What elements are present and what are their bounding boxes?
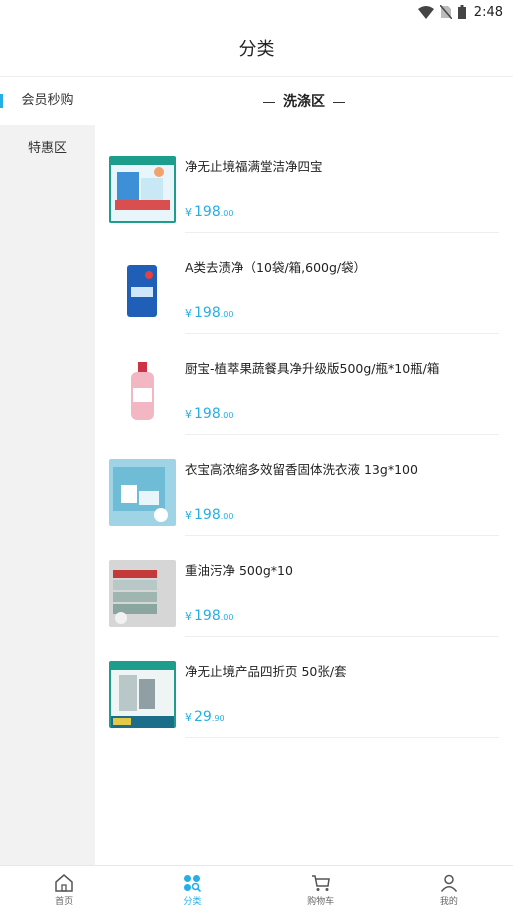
product-name: 厨宝-植萃果蔬餐具净升级版500g/瓶*10瓶/箱 [185,361,440,376]
tab-label: 首页 [55,896,74,907]
status-icons: 2:48 [417,4,503,20]
product-image[interactable] [109,459,176,526]
category-sidebar: 会员秒购 特惠区 [0,77,95,865]
item-divider [185,434,499,435]
category-icon [184,874,202,892]
product-item[interactable]: 重油污净 500g*10 ¥198.00 [109,560,499,646]
item-divider [185,636,499,637]
bottom-tab-bar: 首页 分类 购物车 我的 [0,865,513,914]
tab-label: 购物车 [307,896,335,907]
product-name: 净无止境福满堂洁净四宝 [185,159,323,174]
product-name: 重油污净 500g*10 [185,563,293,578]
product-item[interactable]: 衣宝高浓缩多效留香固体洗衣液 13g*100 ¥198.00 [109,459,499,545]
product-price: ¥198.00 [185,608,234,624]
cart-icon [311,874,330,891]
product-price: ¥198.00 [185,305,234,321]
sidebar-item-label: 会员秒购 [21,93,74,108]
section-title: 洗涤区 [95,91,513,111]
page-title: 分类 [238,39,275,60]
product-price: ¥198.00 [185,204,234,220]
tab-category[interactable]: 分类 [128,866,256,914]
product-item[interactable]: 厨宝-植萃果蔬餐具净升级版500g/瓶*10瓶/箱 ¥198.00 [109,358,499,444]
product-item[interactable]: 净无止境福满堂洁净四宝 ¥198.00 [109,156,499,242]
product-list-panel: 洗涤区 净无止境福满堂洁净四宝 ¥198.00 A类去渍净（10袋/箱,600g… [95,77,513,865]
home-icon [55,873,73,892]
item-divider [185,737,499,738]
item-divider [185,535,499,536]
product-image[interactable] [109,358,176,425]
product-name: 净无止境产品四折页 50张/套 [185,664,347,679]
tab-home[interactable]: 首页 [0,866,128,914]
status-bar: 2:48 [0,0,513,24]
title-dash-right [333,101,345,103]
tab-label: 分类 [183,896,202,907]
status-time: 2:48 [473,4,503,20]
item-divider [185,333,499,334]
product-price: ¥198.00 [185,406,234,422]
sidebar-item-special-offer[interactable]: 特惠区 [0,125,95,173]
sidebar-item-label: 特惠区 [27,141,67,156]
no-sim-icon [439,5,452,19]
page-header: 分类 [0,24,513,77]
battery-icon [457,5,466,19]
sidebar-item-member-flash[interactable]: 会员秒购 [0,77,95,125]
product-price: ¥29.90 [185,709,225,725]
title-dash-left [263,101,275,103]
product-image[interactable] [109,156,176,223]
tab-label: 我的 [439,896,458,907]
tab-mine[interactable]: 我的 [385,866,513,914]
wifi-icon [417,5,434,19]
item-divider [185,232,499,233]
section-title-text: 洗涤区 [283,94,325,110]
product-name: 衣宝高浓缩多效留香固体洗衣液 13g*100 [185,462,418,477]
user-icon [440,874,457,892]
product-image[interactable] [109,560,176,627]
product-item[interactable]: A类去渍净（10袋/箱,600g/袋） ¥198.00 [109,257,499,343]
product-image[interactable] [109,661,176,728]
product-item[interactable]: 净无止境产品四折页 50张/套 ¥29.90 [109,661,499,747]
product-image[interactable] [109,257,176,324]
product-price: ¥198.00 [185,507,234,523]
product-name: A类去渍净（10袋/箱,600g/袋） [185,260,367,275]
tab-cart[interactable]: 购物车 [257,866,385,914]
